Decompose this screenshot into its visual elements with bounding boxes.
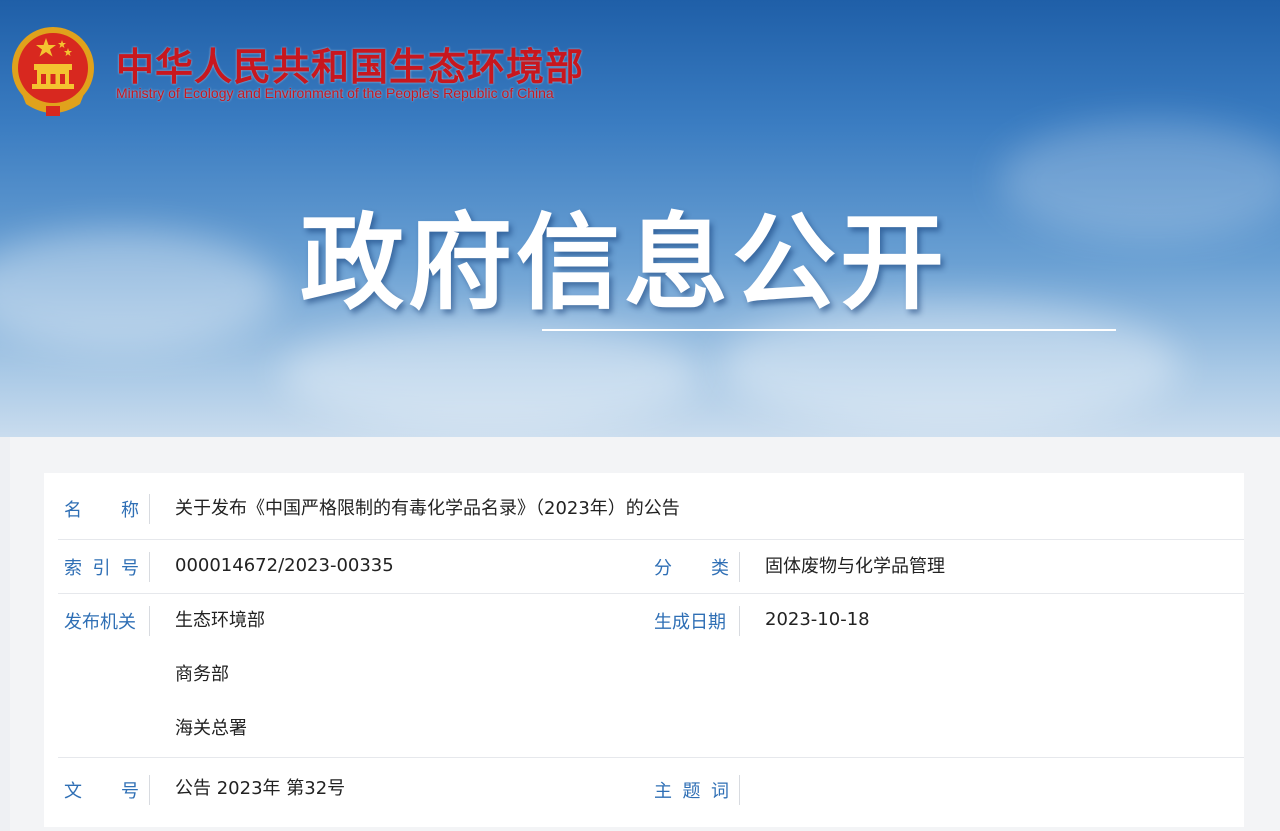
doc-no-label: 文 号 <box>64 775 150 805</box>
doc-no-label-char: 号 <box>121 781 139 802</box>
keywords-label-char: 词 <box>711 781 729 802</box>
doc-no-value: 公告 2023年 第32号 <box>175 778 346 799</box>
header-banner: 中华人民共和国生态环境部 Ministry of Ecology and Env… <box>0 0 1280 437</box>
keywords-label-char: 主 <box>654 781 672 802</box>
doc-no-label-char: 文 <box>64 781 82 802</box>
cloud-decoration <box>280 320 700 430</box>
category-label-char: 类 <box>711 558 729 579</box>
issuer-label: 发布机关 <box>64 606 150 636</box>
category-value: 固体废物与化学品管理 <box>765 556 945 577</box>
date-value: 2023-10-18 <box>765 608 870 630</box>
name-label-char: 称 <box>121 500 139 521</box>
info-row-name: 名 称 关于发布《中国严格限制的有毒化学品名录》（2023年）的公告 <box>58 473 1244 540</box>
index-label-char: 引 <box>92 558 111 579</box>
banner-divider <box>542 329 1116 331</box>
category-label: 分 类 <box>654 552 740 582</box>
ministry-name-en: Ministry of Ecology and Environment of t… <box>116 85 554 101</box>
index-label: 索 引 号 <box>64 552 150 582</box>
category-label-char: 分 <box>654 558 672 579</box>
info-row-docno: 文 号 公告 2023年 第32号 主 题 词 <box>58 758 1244 827</box>
keywords-label-char: 题 <box>682 781 701 802</box>
index-label-char: 号 <box>121 558 139 579</box>
cloud-decoration <box>1000 120 1280 240</box>
keywords-label: 主 题 词 <box>654 775 740 805</box>
banner-title: 政府信息公开 <box>300 202 949 324</box>
issuer-value: 商务部 <box>175 664 229 685</box>
content-area: 名 称 关于发布《中国严格限制的有毒化学品名录》（2023年）的公告 索 引 号… <box>10 437 1280 831</box>
name-label: 名 称 <box>64 494 150 524</box>
ministry-name-cn: 中华人民共和国生态环境部 <box>116 45 585 89</box>
issuer-value: 生态环境部 <box>175 610 265 631</box>
index-value: 000014672/2023-00335 <box>175 554 394 576</box>
info-row-issuer: 发布机关 生态环境部 商务部 海关总署 生成日期 2023-10-18 <box>58 594 1244 758</box>
name-label-char: 名 <box>64 500 82 521</box>
date-label: 生成日期 <box>654 606 740 636</box>
national-emblem-icon <box>12 27 94 116</box>
info-row-index: 索 引 号 000014672/2023-00335 分 类 固体废物与化学品管… <box>58 540 1244 594</box>
info-panel: 名 称 关于发布《中国严格限制的有毒化学品名录》（2023年）的公告 索 引 号… <box>44 473 1244 827</box>
issuer-value: 海关总署 <box>175 718 247 739</box>
cloud-decoration <box>0 230 280 350</box>
name-value: 关于发布《中国严格限制的有毒化学品名录》（2023年）的公告 <box>175 498 680 519</box>
index-label-char: 索 <box>64 558 82 579</box>
